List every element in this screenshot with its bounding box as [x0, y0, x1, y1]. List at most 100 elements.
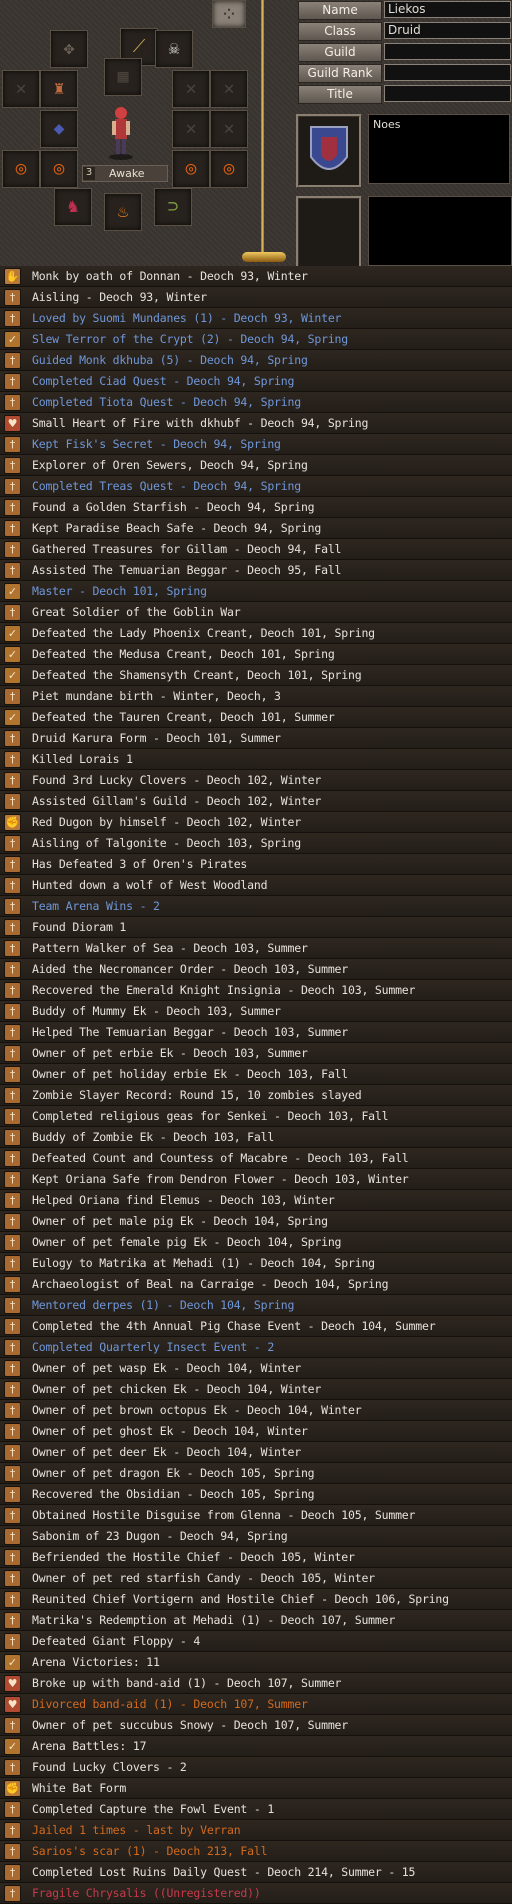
sword-icon: †: [4, 1717, 21, 1734]
fist-icon: ✊: [4, 1780, 21, 1797]
legend-mark: † Recovered the Emerald Knight Insignia -…: [0, 980, 512, 1001]
menu-grid-icon: ⁘: [220, 2, 238, 26]
equip-slot-empty-right-3[interactable]: ✕: [172, 110, 210, 148]
armor-icon: ♜: [53, 78, 65, 99]
equip-slot-empty-left-1[interactable]: ✕: [2, 70, 40, 108]
legend-mark: † Sabonim of 23 Dugon - Deoch 94, Spring: [0, 1526, 512, 1547]
legend-text: Piet mundane birth - Winter, Deoch, 3: [32, 689, 281, 703]
legend-list: ✋ Monk by oath of Donnan - Deoch 93, Wint…: [0, 266, 512, 1904]
legend-text: Recovered the Obsidian - Deoch 105, Spri…: [32, 1487, 315, 1501]
legend-mark: ✓ Arena Victories: 11: [0, 1652, 512, 1673]
sword-icon: †: [4, 1003, 21, 1020]
legend-text: Defeated the Medusa Creant, Deoch 101, S…: [32, 647, 335, 661]
legend-text: Explorer of Oren Sewers, Deoch 94, Sprin…: [32, 458, 308, 472]
equip-slot-accessory-skull[interactable]: ☠: [155, 30, 193, 68]
legend-text: Fragile Chrysalis ((Unregistered)): [32, 1886, 261, 1900]
legend-mark: ♥ Small Heart of Fire with dkhubf - Deoch…: [0, 413, 512, 434]
equip-slot-helmet-socket[interactable]: ✥: [50, 30, 88, 68]
sword-icon: †: [4, 961, 21, 978]
sword-icon: †: [4, 520, 21, 537]
equip-slot-empty-right-1[interactable]: ✕: [172, 70, 210, 108]
sword-icon: †: [4, 1822, 21, 1839]
equip-slot-ring-left-2[interactable]: ◎: [40, 150, 78, 188]
equip-slot-armor-figure[interactable]: ♜: [40, 70, 78, 108]
character-panel: ✥ ⟋ ☠ ✕ ♜ ▦ ✕ ✕ ◆ ✕ ✕ ◎ ◎ ◎ ◎ ♞ ♨ ⊃ ⁘ 3 Awake Name Liekos C…: [0, 0, 512, 270]
legend-mark: † Found 3rd Lucky Clovers - Deoch 102, Wi…: [0, 770, 512, 791]
empty-slot-icon: ✕: [185, 78, 197, 99]
legend-mark: † Owner of pet wasp Ek - Deoch 104, Winte…: [0, 1358, 512, 1379]
legend-text: Buddy of Mummy Ek - Deoch 103, Summer: [32, 1004, 281, 1018]
sword-icon: †: [4, 1486, 21, 1503]
status-level: 3: [83, 167, 95, 180]
sword-icon: †: [4, 1381, 21, 1398]
field-value[interactable]: [384, 85, 511, 102]
gem-icon: ◆: [53, 118, 65, 139]
equip-slot-ring-left-1[interactable]: ◎: [2, 150, 40, 188]
sword-icon: †: [4, 352, 21, 369]
field-value[interactable]: [384, 64, 511, 81]
legend-text: Defeated the Tauren Creant, Deoch 101, S…: [32, 710, 335, 724]
legend-text: Slew Terror of the Crypt (2) - Deoch 94,…: [32, 332, 349, 346]
legend-mark: † Assisted Gillam's Guild - Deoch 102, Wi…: [0, 791, 512, 812]
sword-icon: †: [4, 1087, 21, 1104]
sword-icon: ⟋: [132, 36, 146, 57]
field-value[interactable]: Druid: [384, 22, 511, 39]
equip-slot-flame[interactable]: ♨: [104, 193, 142, 231]
field-title: Title: [298, 85, 511, 104]
legend-text: Killed Lorais 1: [32, 752, 133, 766]
legend-text: Owner of pet deer Ek - Deoch 104, Winter: [32, 1445, 301, 1459]
equip-slot-necklace[interactable]: ⊃: [154, 188, 192, 226]
sword-icon: †: [4, 1066, 21, 1083]
legend-mark: † Gathered Treasures for Gillam - Deoch 9…: [0, 539, 512, 560]
sword-icon: †: [4, 835, 21, 852]
fire-ring-icon: ◎: [15, 158, 27, 179]
menu-button[interactable]: ⁘: [212, 0, 246, 28]
equip-slot-gem-lower-left[interactable]: ◆: [40, 110, 78, 148]
empty-slot-icon: ✕: [223, 118, 235, 139]
legend-text: Found a Golden Starfish - Deoch 94, Spri…: [32, 500, 315, 514]
legend-mark: † Zombie Slayer Record: Round 15, 10 zomb…: [0, 1085, 512, 1106]
check-icon: ✓: [4, 1738, 21, 1755]
legend-mark: † Team Arena Wins - 2: [0, 896, 512, 917]
equip-slot-ring-right-1[interactable]: ◎: [172, 150, 210, 188]
field-name: Name Liekos: [298, 1, 511, 20]
legend-text: Druid Karura Form - Deoch 101, Summer: [32, 731, 281, 745]
legend-mark: † Guided Monk dkhuba (5) - Deoch 94, Spri…: [0, 350, 512, 371]
field-value[interactable]: [384, 43, 511, 60]
legend-text: Master - Deoch 101, Spring: [32, 584, 207, 598]
heart-icon: ♥: [4, 1675, 21, 1692]
equip-slot-ring-right-2[interactable]: ◎: [210, 150, 248, 188]
legend-text: Kept Fisk's Secret - Deoch 94, Spring: [32, 437, 281, 451]
empty-slot-icon: ✕: [15, 78, 27, 99]
sword-icon: †: [4, 1864, 21, 1881]
legend-mark: † Helped The Temuarian Beggar - Deoch 103…: [0, 1022, 512, 1043]
legend-text: Small Heart of Fire with dkhubf - Deoch …: [32, 416, 369, 430]
legend-text: Defeated Giant Floppy - 4: [32, 1634, 201, 1648]
field-value[interactable]: Liekos: [384, 1, 511, 18]
legend-mark: † Owner of pet deer Ek - Deoch 104, Winte…: [0, 1442, 512, 1463]
sword-icon: †: [4, 1759, 21, 1776]
legend-text: Owner of pet male pig Ek - Deoch 104, Sp…: [32, 1214, 328, 1228]
equip-slot-empty-right-4[interactable]: ✕: [210, 110, 248, 148]
sword-icon: †: [4, 1528, 21, 1545]
legend-text: Owner of pet wasp Ek - Deoch 104, Winter: [32, 1361, 301, 1375]
sword-icon: †: [4, 1444, 21, 1461]
empty-slot-icon: ✕: [185, 118, 197, 139]
equip-slot-empty-right-2[interactable]: ✕: [210, 70, 248, 108]
sword-icon: †: [4, 1843, 21, 1860]
sword-icon: †: [4, 1402, 21, 1419]
sword-icon: †: [4, 1108, 21, 1125]
legend-text: Kept Oriana Safe from Dendron Flower - D…: [32, 1172, 409, 1186]
sword-icon: †: [4, 751, 21, 768]
check-icon: ✓: [4, 583, 21, 600]
legend-text: Recovered the Emerald Knight Insignia - …: [32, 983, 416, 997]
hand-icon: ✋: [4, 268, 21, 285]
fire-ring-icon: ◎: [53, 158, 65, 179]
legend-mark: † Aisling - Deoch 93, Winter: [0, 287, 512, 308]
legend-text: Owner of pet female pig Ek - Deoch 104, …: [32, 1235, 342, 1249]
equip-slot-boots[interactable]: ♞: [54, 188, 92, 226]
portrait-frame[interactable]: [296, 114, 362, 188]
equip-slot-empty-mid[interactable]: ▦: [104, 58, 142, 96]
portrait-frame-empty[interactable]: [296, 196, 362, 270]
legend-text: Owner of pet succubus Snowy - Deoch 107,…: [32, 1718, 349, 1732]
